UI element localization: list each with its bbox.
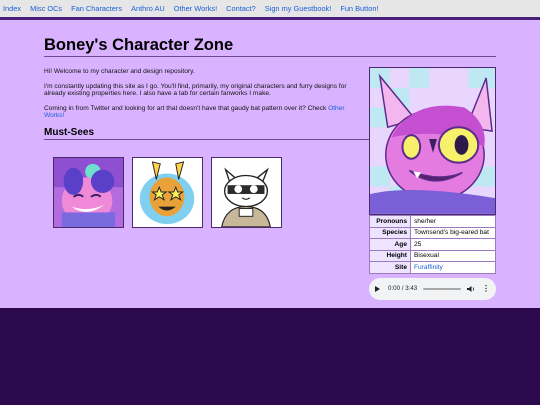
profile-row-age: Age 25 xyxy=(369,238,496,251)
profile-value: Bisexual xyxy=(410,249,496,262)
profile-key: Height xyxy=(369,249,411,262)
profile-row-pronouns: Pronouns she/her xyxy=(369,215,496,228)
updating-text: I'm constantly updating this site as I g… xyxy=(44,82,347,98)
main-panel: Boney's Character Zone Hi! Welcome to my… xyxy=(0,20,540,308)
profile-key: Pronouns xyxy=(369,215,411,228)
profile-value: 25 xyxy=(410,238,496,251)
nav-fan-characters[interactable]: Fan Characters xyxy=(71,4,122,13)
gallery-thumb-star-character[interactable] xyxy=(132,157,203,228)
audio-time: 0:00 / 3:43 xyxy=(388,285,418,292)
character-portrait xyxy=(369,67,496,215)
twitter-note-text: Coming in from Twitter and looking for a… xyxy=(44,104,329,112)
top-navigation: Index Misc OCs Fan Characters Anthro AU … xyxy=(0,0,540,17)
profile-row-species: Species Townsend's big-eared bat xyxy=(369,226,496,239)
nav-guestbook[interactable]: Sign my Guestbook! xyxy=(265,4,332,13)
profile-value: Furaffinity xyxy=(410,261,496,274)
furaffinity-link[interactable]: Furaffinity xyxy=(414,264,443,271)
nav-index[interactable]: Index xyxy=(3,4,21,13)
audio-seek-bar[interactable] xyxy=(423,287,461,290)
profile-info-table: Pronouns she/her Species Townsend's big-… xyxy=(369,215,496,274)
content-area: Boney's Character Zone Hi! Welcome to my… xyxy=(44,36,496,228)
bat-character-art xyxy=(370,68,495,214)
star-character-art xyxy=(133,158,202,227)
more-options-icon[interactable]: ⋮ xyxy=(482,284,490,293)
intro-column: Hi! Welcome to my character and design r… xyxy=(44,68,370,140)
profile-key: Species xyxy=(369,226,411,239)
gallery-thumb-pink-character[interactable] xyxy=(53,157,124,228)
profile-row-height: Height Bisexual xyxy=(369,249,496,262)
nav-anthro-au[interactable]: Anthro AU xyxy=(131,4,165,13)
intro-text: Hi! Welcome to my character and design r… xyxy=(44,68,195,75)
profile-key: Site xyxy=(369,261,411,274)
profile-value: Townsend's big-eared bat xyxy=(410,226,496,239)
play-icon[interactable] xyxy=(375,285,380,292)
nav-other-works[interactable]: Other Works! xyxy=(174,4,217,13)
profile-sidebar: Pronouns she/her Species Townsend's big-… xyxy=(369,67,496,300)
profile-row-site: Site Furaffinity xyxy=(369,261,496,274)
nav-misc-ocs[interactable]: Misc OCs xyxy=(30,4,62,13)
gallery-thumb-cat-character[interactable] xyxy=(211,157,282,228)
profile-key: Age xyxy=(369,238,411,251)
pink-character-art xyxy=(54,158,123,227)
footer-area xyxy=(0,308,540,405)
profile-value: she/her xyxy=(410,215,496,228)
nav-fun-button[interactable]: Fun Button! xyxy=(340,4,378,13)
nav-contact[interactable]: Contact? xyxy=(226,4,256,13)
must-sees-gallery xyxy=(53,157,282,228)
audio-player: 0:00 / 3:43 ⋮ xyxy=(369,277,496,300)
volume-icon[interactable] xyxy=(467,285,476,293)
cat-character-art xyxy=(212,158,281,227)
page-title: Boney's Character Zone xyxy=(44,36,496,57)
must-sees-heading: Must-Sees xyxy=(44,127,370,140)
twitter-note: Coming in from Twitter and looking for a… xyxy=(44,105,362,120)
